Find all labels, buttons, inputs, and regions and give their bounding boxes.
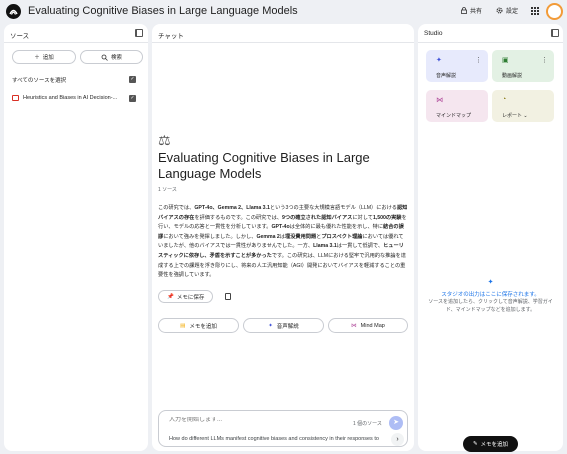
- audio-overview-label: 音声解説: [276, 323, 299, 330]
- chat-composer: 1 個のソース ➤ How do different LLMs manifest…: [158, 410, 408, 447]
- sparkle-icon: ✦: [487, 279, 494, 286]
- sources-heading: ソース: [10, 33, 30, 40]
- notebooklm-logo-icon[interactable]: [6, 4, 21, 19]
- share-button[interactable]: 共有: [461, 6, 482, 15]
- video-overview-card[interactable]: ▣ ⋮ 動画解説: [492, 50, 554, 82]
- note-icon: ▤: [180, 322, 186, 329]
- apps-grid-icon[interactable]: [531, 7, 539, 15]
- discover-sources-label: 検索: [110, 55, 122, 61]
- app-header: Evaluating Cognitive Biases in Large Lan…: [0, 0, 567, 24]
- user-avatar[interactable]: [546, 3, 563, 20]
- select-all-checkbox[interactable]: ✓: [129, 76, 136, 83]
- chat-panel: チャット ⚖ Evaluating Cognitive Biases in La…: [152, 24, 414, 451]
- send-arrow-icon: ➤: [393, 419, 399, 426]
- discover-sources-button[interactable]: 検索: [80, 50, 143, 64]
- divider: [152, 42, 414, 43]
- more-vert-icon[interactable]: ⋮: [541, 56, 548, 64]
- notebook-title[interactable]: Evaluating Cognitive Biases in Large Lan…: [28, 5, 298, 17]
- gear-icon: [496, 7, 503, 14]
- send-button[interactable]: ➤: [389, 416, 403, 430]
- report-icon: ◔: [502, 96, 507, 103]
- select-all-label: すべてのソースを選択: [12, 78, 67, 84]
- sparkle-audio-icon: ✦: [268, 322, 273, 329]
- studio-empty-title: スタジオの出力はここに保存されます。: [441, 292, 540, 298]
- add-note-fab[interactable]: ✎ メモを追加: [463, 436, 518, 452]
- collapse-sources-icon[interactable]: [135, 29, 143, 37]
- source-count: 1 ソース: [158, 187, 177, 193]
- add-note-label: メモを追加: [189, 323, 217, 330]
- settings-label: 設定: [506, 9, 519, 15]
- source-item-title: Heuristics and Biases in AI Decision-...: [23, 95, 118, 101]
- save-to-note-label: メモに保存: [176, 294, 205, 301]
- chevron-down-icon[interactable]: ⌄: [523, 113, 527, 119]
- chat-heading: チャット: [158, 33, 184, 40]
- plus-icon: ＋: [34, 55, 40, 61]
- studio-panel: Studio ✦ ⋮ 音声解説 ▣ ⋮ 動画解説 ⋈ マインドマップ ◔ レポー…: [418, 24, 563, 451]
- add-source-button[interactable]: ＋ 追加: [12, 50, 76, 64]
- select-all-row[interactable]: すべてのソースを選択: [12, 76, 66, 84]
- share-label: 共有: [470, 9, 483, 15]
- document-title: Evaluating Cognitive Biases in Large Lan…: [158, 150, 370, 181]
- collapse-studio-icon[interactable]: [551, 29, 559, 37]
- audio-overview-card-label: 音声解説: [436, 73, 457, 79]
- mind-map-card-label: マインドマップ: [436, 113, 472, 119]
- mind-map-button[interactable]: ⋈ Mind Map: [328, 318, 408, 333]
- lock-icon: [461, 7, 467, 14]
- audio-overview-button[interactable]: ✦ 音声解説: [243, 318, 324, 333]
- video-icon: ▣: [502, 57, 509, 64]
- sources-panel: ソース ＋ 追加 検索 すべてのソースを選択 ✓ Heuristics and …: [4, 24, 148, 451]
- notebook-summary: この研究では、GPT-4o、Gemma 2、Llama 3.1という3つの主要な…: [158, 205, 408, 279]
- composer-source-count: 1 個のソース: [353, 421, 382, 427]
- studio-heading: Studio: [424, 30, 443, 37]
- mind-map-icon: ⋈: [436, 97, 443, 104]
- source-item[interactable]: Heuristics and Biases in AI Decision-...: [12, 95, 117, 101]
- settings-button[interactable]: 設定: [496, 6, 518, 15]
- sparkle-audio-icon: ✦: [436, 57, 442, 64]
- mind-map-icon: ⋈: [351, 322, 357, 329]
- save-to-note-button[interactable]: 📌 メモに保存: [158, 290, 214, 303]
- next-suggestion-chevron-icon[interactable]: ›: [391, 433, 404, 446]
- pin-icon: 📌: [167, 293, 174, 300]
- report-card-label: レポート ⌄: [502, 113, 528, 119]
- pdf-icon: [12, 95, 19, 101]
- studio-empty-description: ソースを追加したら、クリックして音声解説、学習ガイド、マインドマップなどを追加し…: [428, 299, 553, 313]
- mind-map-label: Mind Map: [360, 322, 385, 329]
- edit-note-icon: ✎: [472, 441, 478, 447]
- report-card[interactable]: ◔ レポート ⌄: [492, 90, 554, 122]
- more-vert-icon[interactable]: ⋮: [475, 56, 482, 64]
- suggested-question[interactable]: How do different LLMs manifest cognitive…: [169, 436, 385, 442]
- divider: [4, 42, 148, 43]
- source-checkbox[interactable]: ✓: [129, 95, 136, 102]
- search-sparkle-icon: [101, 54, 108, 61]
- balance-scale-icon: ⚖: [158, 132, 171, 148]
- video-overview-card-label: 動画解説: [502, 73, 523, 79]
- audio-overview-card[interactable]: ✦ ⋮ 音声解説: [426, 50, 488, 82]
- add-source-label: 追加: [42, 55, 54, 61]
- chat-input[interactable]: [169, 417, 319, 423]
- add-note-fab-label: メモを追加: [480, 442, 509, 448]
- divider: [418, 42, 563, 43]
- mind-map-card[interactable]: ⋈ マインドマップ: [426, 90, 488, 122]
- copy-icon[interactable]: [225, 293, 231, 300]
- add-note-button[interactable]: ▤ メモを追加: [158, 318, 239, 333]
